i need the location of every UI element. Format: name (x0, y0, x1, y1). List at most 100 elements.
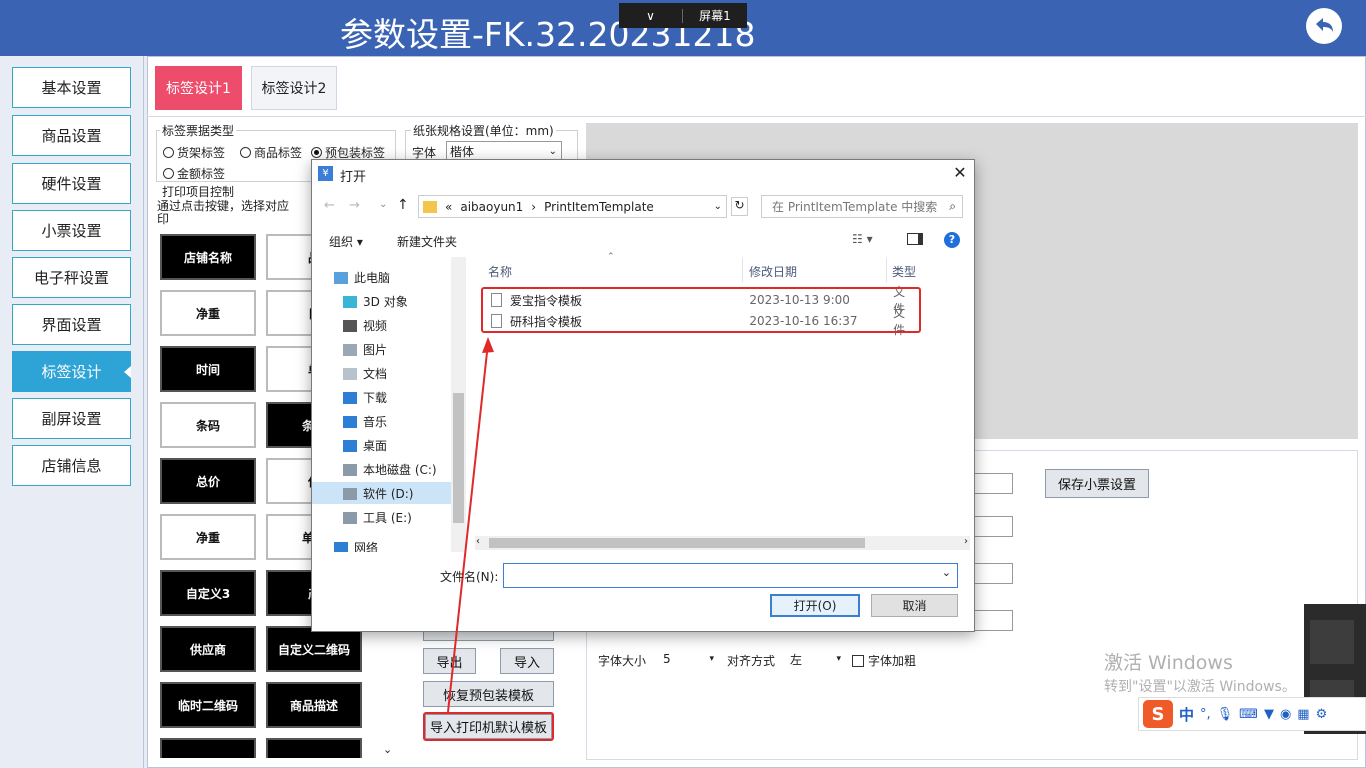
divider (147, 116, 1366, 117)
font-select[interactable]: 楷体 ⌄ (446, 141, 562, 161)
radio-icon[interactable] (163, 168, 174, 179)
nav-store-info[interactable]: 店铺信息 (12, 445, 131, 486)
apps-icon[interactable]: ▦ (1297, 707, 1309, 722)
print-item[interactable] (160, 738, 256, 758)
nav-label-design[interactable]: 标签设计 (12, 351, 131, 392)
hint-line-1: 通过点击按键，选择对应 (157, 199, 290, 213)
print-item[interactable]: 临时二维码 (160, 682, 256, 728)
radio-shelf-label[interactable]: 货架标签 (163, 144, 225, 161)
column-divider[interactable] (742, 258, 743, 282)
nav-ui-settings[interactable]: 界面设置 (12, 304, 131, 345)
tree-item-drive-e[interactable]: 工具 (E:) (343, 509, 412, 526)
breadcrumb-item[interactable]: aibaoyun1 (460, 200, 523, 214)
chevron-down-icon[interactable]: ∨ (619, 8, 683, 23)
nav-basic-settings[interactable]: 基本设置 (12, 67, 131, 108)
radio-icon[interactable] (163, 147, 174, 158)
print-item[interactable] (266, 738, 362, 758)
up-arrow-icon[interactable]: ↑ (397, 197, 409, 213)
scroll-left-icon[interactable]: ‹ (476, 536, 480, 547)
print-item[interactable]: 总价 (160, 458, 256, 504)
print-item[interactable]: 供应商 (160, 626, 256, 672)
skin-icon[interactable]: ▼ (1264, 707, 1274, 722)
nav-hardware-settings[interactable]: 硬件设置 (12, 163, 131, 204)
settings-icon[interactable]: ⚙ (1316, 707, 1328, 722)
ime-mode[interactable]: 中 (1179, 704, 1194, 725)
chevron-down-icon[interactable]: ⌄ (383, 743, 392, 756)
print-item[interactable]: 条码 (160, 402, 256, 448)
microphone-icon[interactable]: 🎙 (1217, 707, 1234, 722)
tree-item-music[interactable]: 音乐 (343, 413, 387, 430)
screen-label[interactable]: 屏幕1 (683, 7, 747, 24)
save-ticket-settings-button[interactable]: 保存小票设置 (1045, 469, 1149, 498)
tree-item-documents[interactable]: 文档 (343, 365, 387, 382)
radio-icon[interactable] (240, 147, 251, 158)
chevron-down-icon[interactable]: ⌄ (379, 199, 387, 210)
align-select[interactable]: 左 ▾ (787, 648, 843, 670)
play-icon[interactable] (1310, 620, 1354, 664)
game-icon[interactable]: ◉ (1280, 707, 1291, 722)
sogou-logo-icon[interactable]: S (1143, 700, 1173, 728)
forward-arrow-icon[interactable]: → (349, 198, 360, 213)
nav-second-screen[interactable]: 副屏设置 (12, 398, 131, 439)
punctuation-icon[interactable]: °, (1200, 707, 1211, 722)
screen-switcher[interactable]: ∨ 屏幕1 (619, 3, 747, 28)
organize-menu[interactable]: 组织 ▾ (329, 233, 363, 250)
font-size-select[interactable]: 5 ▾ (660, 648, 718, 670)
column-date[interactable]: 修改日期 (749, 263, 797, 280)
print-item[interactable]: 净重 (160, 290, 256, 336)
print-item[interactable]: 净重 (160, 514, 256, 560)
keyboard-icon[interactable]: ⌨ (1239, 707, 1258, 722)
search-icon[interactable]: ⌕ (949, 199, 956, 214)
import-button[interactable]: 导入 (500, 648, 554, 674)
tree-item-network[interactable]: 网络 (334, 539, 378, 552)
close-icon[interactable]: ✕ (950, 163, 970, 183)
back-button[interactable] (1306, 8, 1342, 44)
radio-selected-icon[interactable] (311, 147, 322, 158)
print-item[interactable]: 时间 (160, 346, 256, 392)
preview-pane-icon[interactable] (907, 233, 923, 245)
nav-receipt-settings[interactable]: 小票设置 (12, 210, 131, 251)
breadcrumb-overflow[interactable]: « (445, 200, 452, 214)
new-folder-button[interactable]: 新建文件夹 (397, 233, 457, 250)
tree-item-desktop[interactable]: 桌面 (343, 437, 387, 454)
drive-icon (343, 511, 357, 524)
chevron-down-icon[interactable]: ⌄ (714, 201, 722, 212)
refresh-icon[interactable]: ↻ (731, 197, 748, 216)
tree-item-pictures[interactable]: 图片 (343, 341, 387, 358)
chevron-down-icon[interactable]: ⌄ (942, 566, 951, 579)
tab-label-design-2[interactable]: 标签设计2 (251, 66, 337, 110)
print-item[interactable]: 自定义二维码 (266, 626, 362, 672)
search-input[interactable]: 在 PrintItemTemplate 中搜索 ⌕ (761, 195, 963, 218)
print-item[interactable]: 店铺名称 (160, 234, 256, 280)
ime-toolbar[interactable]: S 中 °, 🎙 ⌨ ▼ ◉ ▦ ⚙ (1138, 697, 1366, 731)
checkbox-icon[interactable] (852, 654, 864, 667)
back-arrow-icon[interactable]: ← (324, 198, 335, 213)
help-icon[interactable]: ? (944, 232, 960, 248)
column-type[interactable]: 类型 (892, 263, 916, 280)
view-options-icon[interactable]: ☷ ▾ (852, 232, 873, 246)
column-divider[interactable] (886, 258, 887, 282)
address-bar[interactable]: « aibaoyun1 › PrintItemTemplate ⌄ (418, 195, 727, 218)
radio-product-label[interactable]: 商品标签 (240, 144, 302, 161)
tree-item-drive-c[interactable]: 本地磁盘 (C:) (343, 461, 437, 478)
cancel-button[interactable]: 取消 (871, 594, 958, 617)
print-item[interactable]: 自定义3 (160, 570, 256, 616)
print-item[interactable]: 商品描述 (266, 682, 362, 728)
hscroll-thumb[interactable] (489, 538, 865, 548)
column-name[interactable]: 名称 (488, 263, 512, 280)
scroll-right-icon[interactable]: › (964, 536, 968, 547)
tab-label-design-1[interactable]: 标签设计1 (155, 66, 242, 110)
nav-product-settings[interactable]: 商品设置 (12, 115, 131, 156)
filename-input[interactable]: ⌄ (503, 563, 958, 588)
tree-item-downloads[interactable]: 下载 (343, 389, 387, 406)
tree-item-this-pc[interactable]: 此电脑 (334, 269, 390, 286)
bold-checkbox[interactable]: 字体加粗 (852, 652, 916, 669)
breadcrumb-item[interactable]: PrintItemTemplate (544, 200, 654, 214)
open-button[interactable]: 打开(O) (770, 594, 860, 617)
nav-scale-settings[interactable]: 电子秤设置 (12, 257, 131, 298)
tree-item-drive-d[interactable]: 软件 (D:) (343, 485, 413, 502)
tree-item-videos[interactable]: 视频 (343, 317, 387, 334)
cube-icon (343, 295, 357, 308)
tree-item-3d[interactable]: 3D 对象 (343, 293, 408, 310)
radio-amount-label[interactable]: 金额标签 (163, 165, 225, 182)
